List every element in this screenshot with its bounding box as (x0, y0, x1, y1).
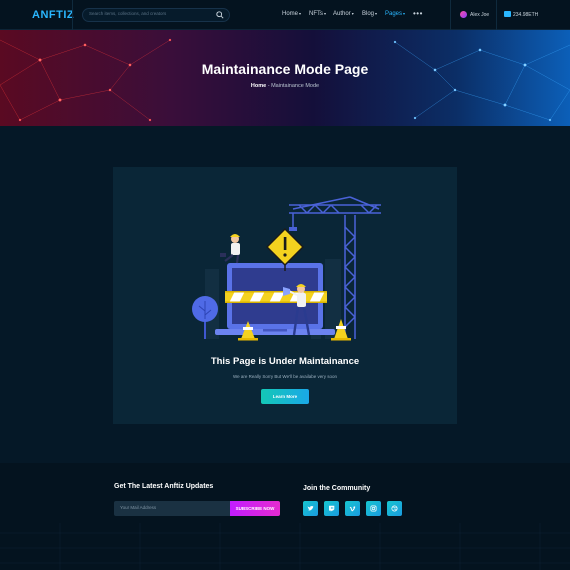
subscribe-button[interactable]: SUBSCRIBE NOW (230, 501, 280, 516)
avatar[interactable] (460, 11, 467, 18)
twitter-icon (307, 505, 314, 511)
nav-item-blog[interactable]: Blog▾ (362, 11, 377, 17)
chevron-down-icon: ▾ (299, 11, 302, 16)
instagram-link[interactable] (366, 501, 381, 516)
chevron-down-icon: ▾ (351, 11, 354, 16)
wallet-icon (504, 11, 511, 17)
email-field[interactable]: Your Mail Address (114, 501, 230, 516)
email-placeholder: Your Mail Address (120, 505, 157, 510)
footer-grid-background (0, 523, 570, 570)
twitch-icon (329, 505, 335, 512)
breadcrumb-home-link[interactable]: Home (251, 83, 266, 89)
wallet-balance[interactable]: 234.98ETH (513, 12, 538, 18)
search-placeholder: Search items, collections, and creators (89, 11, 167, 16)
community-title: Join the Community (303, 485, 371, 492)
divider (450, 0, 451, 30)
maintenance-card (113, 167, 457, 424)
chevron-down-icon: ▾ (375, 11, 378, 16)
twitter-link[interactable] (303, 501, 318, 516)
breadcrumb-current: Maintainance Mode (271, 83, 320, 89)
twitch-link[interactable] (324, 501, 339, 516)
divider (72, 0, 73, 30)
dribbble-link[interactable] (387, 501, 402, 516)
dribbble-icon (391, 505, 398, 512)
nav-item-author[interactable]: Author▾ (333, 11, 354, 17)
vimeo-icon (349, 506, 356, 512)
more-menu-icon[interactable]: ••• (413, 9, 423, 18)
page-title: Maintainance Mode Page (201, 61, 369, 77)
vimeo-link[interactable] (345, 501, 360, 516)
nav-item-nfts[interactable]: NFTs▾ (309, 11, 326, 17)
chevron-down-icon: ▾ (403, 11, 406, 16)
divider (496, 0, 497, 30)
breadcrumb: Home - Maintainance Mode (0, 83, 570, 89)
user-name[interactable]: Alex Joe (470, 12, 489, 18)
nav-item-home[interactable]: Home▾ (282, 11, 301, 17)
search-icon[interactable] (216, 11, 224, 19)
chevron-down-icon: ▾ (324, 11, 327, 16)
maintenance-title: This Page is Under Maintainance (210, 356, 360, 367)
maintenance-illustration (192, 196, 381, 341)
search-input[interactable]: Search items, collections, and creators (82, 8, 230, 22)
learn-more-button[interactable]: Learn More (261, 389, 309, 404)
newsletter-title: Get The Latest Anftiz Updates (114, 483, 214, 490)
instagram-icon (370, 505, 377, 512)
page-hero-banner: Maintainance Mode Page Home - Maintainan… (0, 30, 570, 126)
brand-logo[interactable]: ANFTIZ (32, 9, 74, 21)
footer (0, 463, 570, 570)
top-navbar: ANFTIZ Search items, collections, and cr… (0, 0, 570, 30)
network-background (0, 38, 570, 122)
maintenance-subtitle: We are Really Sorry But We'll be availab… (233, 374, 337, 379)
nav-item-pages[interactable]: Pages▾ (385, 11, 405, 17)
